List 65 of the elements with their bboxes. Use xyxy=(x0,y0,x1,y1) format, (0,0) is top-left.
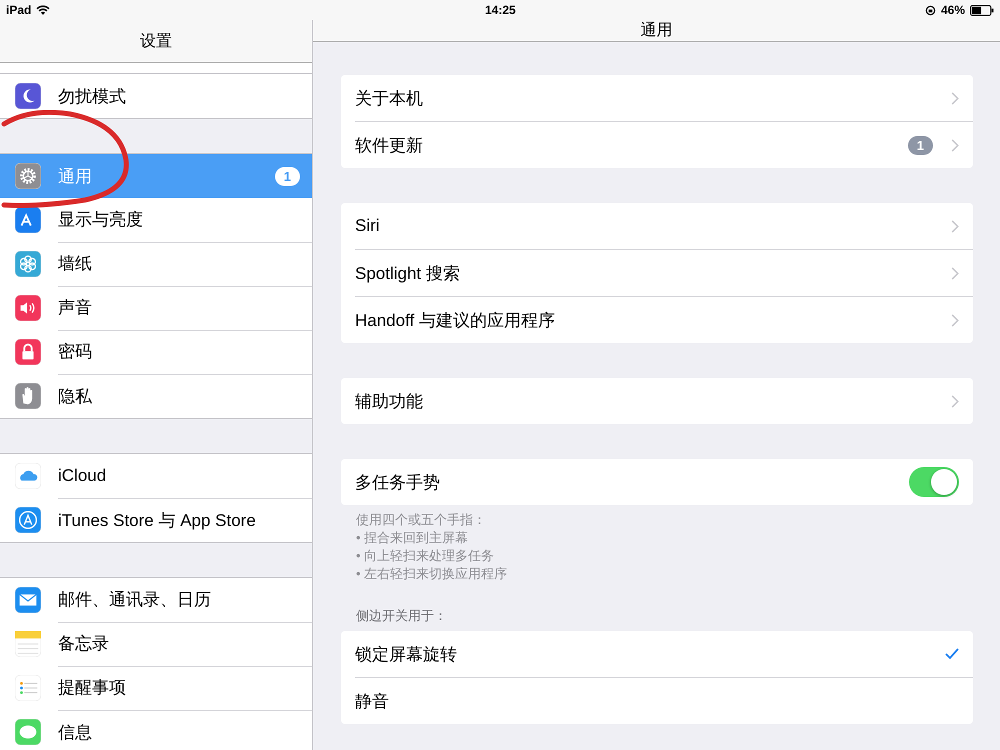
settings-row[interactable]: 静音 xyxy=(355,678,973,724)
item-label: 邮件、通讯录、日历 xyxy=(58,589,212,611)
row-label: 锁定屏幕旋转 xyxy=(355,644,458,666)
settings-row[interactable]: Siri xyxy=(355,203,973,250)
device-name: iPad xyxy=(6,3,32,17)
item-label: 隐私 xyxy=(58,386,93,408)
battery-icon xyxy=(970,4,994,16)
row-label: 软件更新 xyxy=(355,134,424,156)
speech-bubble-icon xyxy=(15,719,41,745)
item-label: iCloud xyxy=(58,466,108,486)
settings-row[interactable]: 软件更新 1 xyxy=(355,122,973,168)
wifi-icon xyxy=(36,4,50,16)
item-label: 声音 xyxy=(58,297,93,319)
chevron-icon xyxy=(951,394,959,408)
item-label: 备忘录 xyxy=(58,633,110,655)
battery-percent: 46% xyxy=(940,3,965,17)
row-label: Handoff 与建议的应用程序 xyxy=(355,310,556,332)
item-label: 通用 xyxy=(58,166,93,188)
settings-row[interactable]: Spotlight 搜索 xyxy=(355,250,973,297)
row-label: Spotlight 搜索 xyxy=(355,262,461,284)
hand-icon xyxy=(15,383,41,409)
envelope-icon xyxy=(15,587,41,613)
item-label: 信息 xyxy=(58,722,93,744)
count-badge: 1 xyxy=(908,136,933,154)
row-label: 静音 xyxy=(355,690,390,712)
speaker-icon xyxy=(15,295,41,321)
row-label: 辅助功能 xyxy=(355,390,424,412)
moon-icon xyxy=(15,83,41,109)
item-label: 提醒事项 xyxy=(58,677,127,699)
settings-row[interactable]: 锁定屏幕旋转 xyxy=(355,631,973,678)
item-label: 墙纸 xyxy=(58,253,93,275)
footer-note: • 捏合来回到主屏幕 xyxy=(356,529,470,547)
row-label: 关于本机 xyxy=(355,88,424,110)
row-label: 多任务手势 xyxy=(355,472,441,494)
settings-row[interactable]: Handoff 与建议的应用程序 xyxy=(355,297,973,343)
app-store-icon xyxy=(15,507,41,533)
clock-time: 14:25 xyxy=(485,3,516,17)
row-label: Siri xyxy=(355,216,381,236)
settings-row[interactable]: 辅助功能 xyxy=(355,378,973,424)
count-badge: 1 xyxy=(274,166,300,186)
item-label: 显示与亮度 xyxy=(58,209,144,231)
gear-icon xyxy=(15,163,41,189)
letter-a-icon xyxy=(15,207,41,233)
settings-row[interactable]: 关于本机 xyxy=(355,75,973,122)
footer-note: 使用四个或五个手指： xyxy=(356,511,487,529)
lock-icon xyxy=(15,339,41,365)
footer-note: • 向上轻扫来处理多任务 xyxy=(356,547,496,565)
flower-icon xyxy=(15,251,41,277)
rotation-lock-icon xyxy=(924,4,936,16)
notepad-icon xyxy=(15,631,41,657)
item-label: 勿扰模式 xyxy=(58,86,127,108)
section-header: 侧边开关用于： xyxy=(356,607,448,625)
chevron-icon xyxy=(951,220,959,232)
chevron-icon xyxy=(951,266,959,280)
toggle-switch[interactable] xyxy=(909,467,959,497)
chevron-icon xyxy=(951,314,959,326)
chevron-icon xyxy=(951,138,959,152)
nav-title: 通用 xyxy=(640,20,672,41)
nav-title: 设置 xyxy=(140,32,172,52)
item-label: iTunes Store 与 App Store xyxy=(58,510,257,532)
item-label: 密码 xyxy=(58,341,93,363)
chevron-icon xyxy=(951,92,959,104)
cloud-icon xyxy=(15,463,41,489)
footer-note: • 左右轻扫来切换应用程序 xyxy=(356,565,508,583)
list-icon xyxy=(15,675,41,701)
